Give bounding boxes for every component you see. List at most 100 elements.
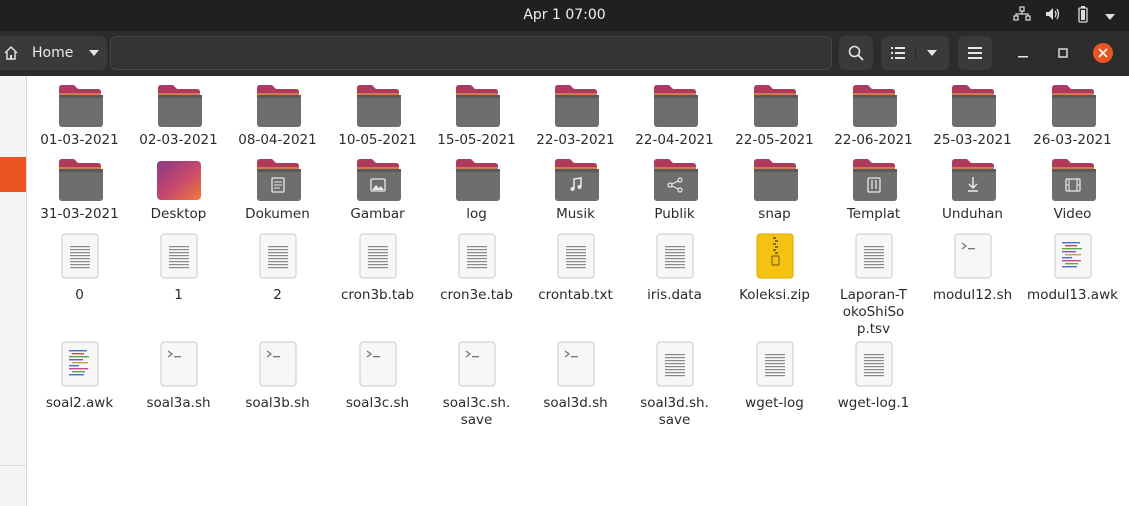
close-button[interactable]	[1093, 43, 1113, 63]
file-item-wget-log-1[interactable]: wget-log.1	[824, 341, 923, 412]
folder-icon	[1023, 84, 1122, 130]
file-name-label: 25-03-2021	[933, 132, 1012, 148]
folder-item-10-05-2021[interactable]: 10-05-2021	[328, 84, 427, 149]
file-item-soal3d-sh-save[interactable]: soal3d.sh.save	[625, 341, 724, 429]
file-item-2[interactable]: 2	[228, 233, 327, 304]
network-icon[interactable]	[1013, 5, 1031, 26]
list-view-icon[interactable]	[881, 47, 916, 59]
search-button[interactable]	[839, 36, 873, 70]
file-name-label: Laporan-TokoShiSop.tsv	[840, 287, 907, 337]
file-item-1[interactable]: 1	[129, 233, 228, 304]
file-item-crontab-txt[interactable]: crontab.txt	[526, 233, 625, 304]
file-name-label: Unduhan	[942, 206, 1003, 222]
script-file-icon	[923, 233, 1022, 281]
folder-item-templat[interactable]: Templat	[824, 158, 923, 223]
file-item-iris-data[interactable]: iris.data	[625, 233, 724, 304]
location-chevron-down-icon[interactable]	[89, 50, 100, 56]
folder-icon	[427, 84, 526, 130]
folder-icon	[725, 158, 824, 204]
text-file-icon	[427, 233, 526, 281]
folder-item-video[interactable]: Video	[1023, 158, 1122, 223]
file-item-0[interactable]: 0	[30, 233, 129, 304]
folder-item-02-03-2021[interactable]: 02-03-2021	[129, 84, 228, 149]
path-bar[interactable]	[110, 36, 832, 70]
folder-icon	[228, 84, 327, 130]
file-item-soal3c-sh[interactable]: soal3c.sh	[328, 341, 427, 412]
folder-item-desktop[interactable]: Desktop	[129, 158, 228, 223]
folder-item-log[interactable]: log	[427, 158, 526, 223]
file-name-label: Desktop	[150, 206, 207, 222]
folder-item-31-03-2021[interactable]: 31-03-2021	[30, 158, 129, 223]
view-options-button[interactable]	[881, 36, 949, 70]
file-name-label: cron3b.tab	[340, 287, 415, 303]
file-item-soal2-awk[interactable]: soal2.awk	[30, 341, 129, 412]
sidebar-item-active[interactable]	[0, 157, 26, 192]
folder-item-26-03-2021[interactable]: 26-03-2021	[1023, 84, 1122, 149]
folder-item-15-05-2021[interactable]: 15-05-2021	[427, 84, 526, 149]
volume-icon[interactable]	[1045, 6, 1061, 25]
text-file-icon	[725, 341, 824, 389]
battery-icon[interactable]	[1075, 5, 1091, 27]
file-name-label: soal3c.sh.save	[442, 395, 511, 428]
main-menu-button[interactable]	[958, 36, 992, 70]
folder-item-snap[interactable]: snap	[725, 158, 824, 223]
maximize-button[interactable]	[1053, 43, 1073, 63]
zip-file-icon	[725, 233, 824, 281]
file-name-label: Templat	[846, 206, 901, 222]
file-name-label: 10-05-2021	[338, 132, 417, 148]
folder-icon	[30, 158, 129, 204]
text-file-icon	[824, 233, 923, 281]
file-item-koleksi-zip[interactable]: Koleksi.zip	[725, 233, 824, 304]
folder-item-22-05-2021[interactable]: 22-05-2021	[725, 84, 824, 149]
minimize-icon	[1018, 56, 1028, 58]
desktop-folder-icon	[129, 158, 228, 204]
file-name-label: soal2.awk	[45, 395, 114, 411]
file-name-label: Dokumen	[245, 206, 310, 222]
folder-item-unduhan[interactable]: Unduhan	[923, 158, 1022, 223]
file-item-cron3e-tab[interactable]: cron3e.tab	[427, 233, 526, 304]
home-icon	[2, 44, 20, 62]
file-item-soal3d-sh[interactable]: soal3d.sh	[526, 341, 625, 412]
folder-item-08-04-2021[interactable]: 08-04-2021	[228, 84, 327, 149]
text-file-icon	[625, 233, 724, 281]
folder-item-publik[interactable]: Publik	[625, 158, 724, 223]
minimize-button[interactable]	[1013, 43, 1033, 63]
file-name-label: 22-05-2021	[735, 132, 814, 148]
file-item-modul13-awk[interactable]: modul13.awk	[1023, 233, 1122, 304]
file-name-label: 26-03-2021	[1033, 132, 1112, 148]
folder-item-gambar[interactable]: Gambar	[328, 158, 427, 223]
folder-item-22-06-2021[interactable]: 22-06-2021	[824, 84, 923, 149]
clock[interactable]: Apr 1 07:00	[0, 0, 1129, 31]
file-name-label: soal3c.sh	[345, 395, 410, 411]
file-name-label: snap	[758, 206, 791, 222]
file-name-label: Publik	[654, 206, 695, 222]
public-folder-icon	[625, 158, 724, 204]
folder-item-22-04-2021[interactable]: 22-04-2021	[625, 84, 724, 149]
folder-item-01-03-2021[interactable]: 01-03-2021	[30, 84, 129, 149]
file-name-label: 15-05-2021	[437, 132, 516, 148]
file-name-label: 1	[174, 287, 183, 303]
system-menu-chevron-down-icon[interactable]	[1105, 6, 1115, 25]
file-name-label: soal3d.sh	[543, 395, 608, 411]
file-item-soal3c-sh-save[interactable]: soal3c.sh.save	[427, 341, 526, 429]
file-item-soal3b-sh[interactable]: soal3b.sh	[228, 341, 327, 412]
folder-item-25-03-2021[interactable]: 25-03-2021	[923, 84, 1022, 149]
system-tray[interactable]	[1013, 0, 1115, 31]
file-item-modul12-sh[interactable]: modul12.sh	[923, 233, 1022, 304]
file-name-label: iris.data	[647, 287, 702, 303]
location-button-home[interactable]: Home	[0, 36, 107, 70]
folder-icon	[526, 84, 625, 130]
folder-item-dokumen[interactable]: Dokumen	[228, 158, 327, 223]
file-item-cron3b-tab[interactable]: cron3b.tab	[328, 233, 427, 304]
view-chevron-down-icon[interactable]	[916, 49, 950, 57]
text-file-icon	[228, 233, 327, 281]
file-item-soal3a-sh[interactable]: soal3a.sh	[129, 341, 228, 412]
file-item-laporan-tokoshisop-tsv[interactable]: Laporan-TokoShiSop.tsv	[824, 233, 923, 338]
file-name-label: crontab.txt	[538, 287, 613, 303]
script-file-icon	[427, 341, 526, 389]
folder-item-musik[interactable]: Musik	[526, 158, 625, 223]
file-item-wget-log[interactable]: wget-log	[725, 341, 824, 412]
file-name-label: soal3b.sh	[245, 395, 310, 411]
text-file-icon	[30, 233, 129, 281]
folder-item-22-03-2021[interactable]: 22-03-2021	[526, 84, 625, 149]
